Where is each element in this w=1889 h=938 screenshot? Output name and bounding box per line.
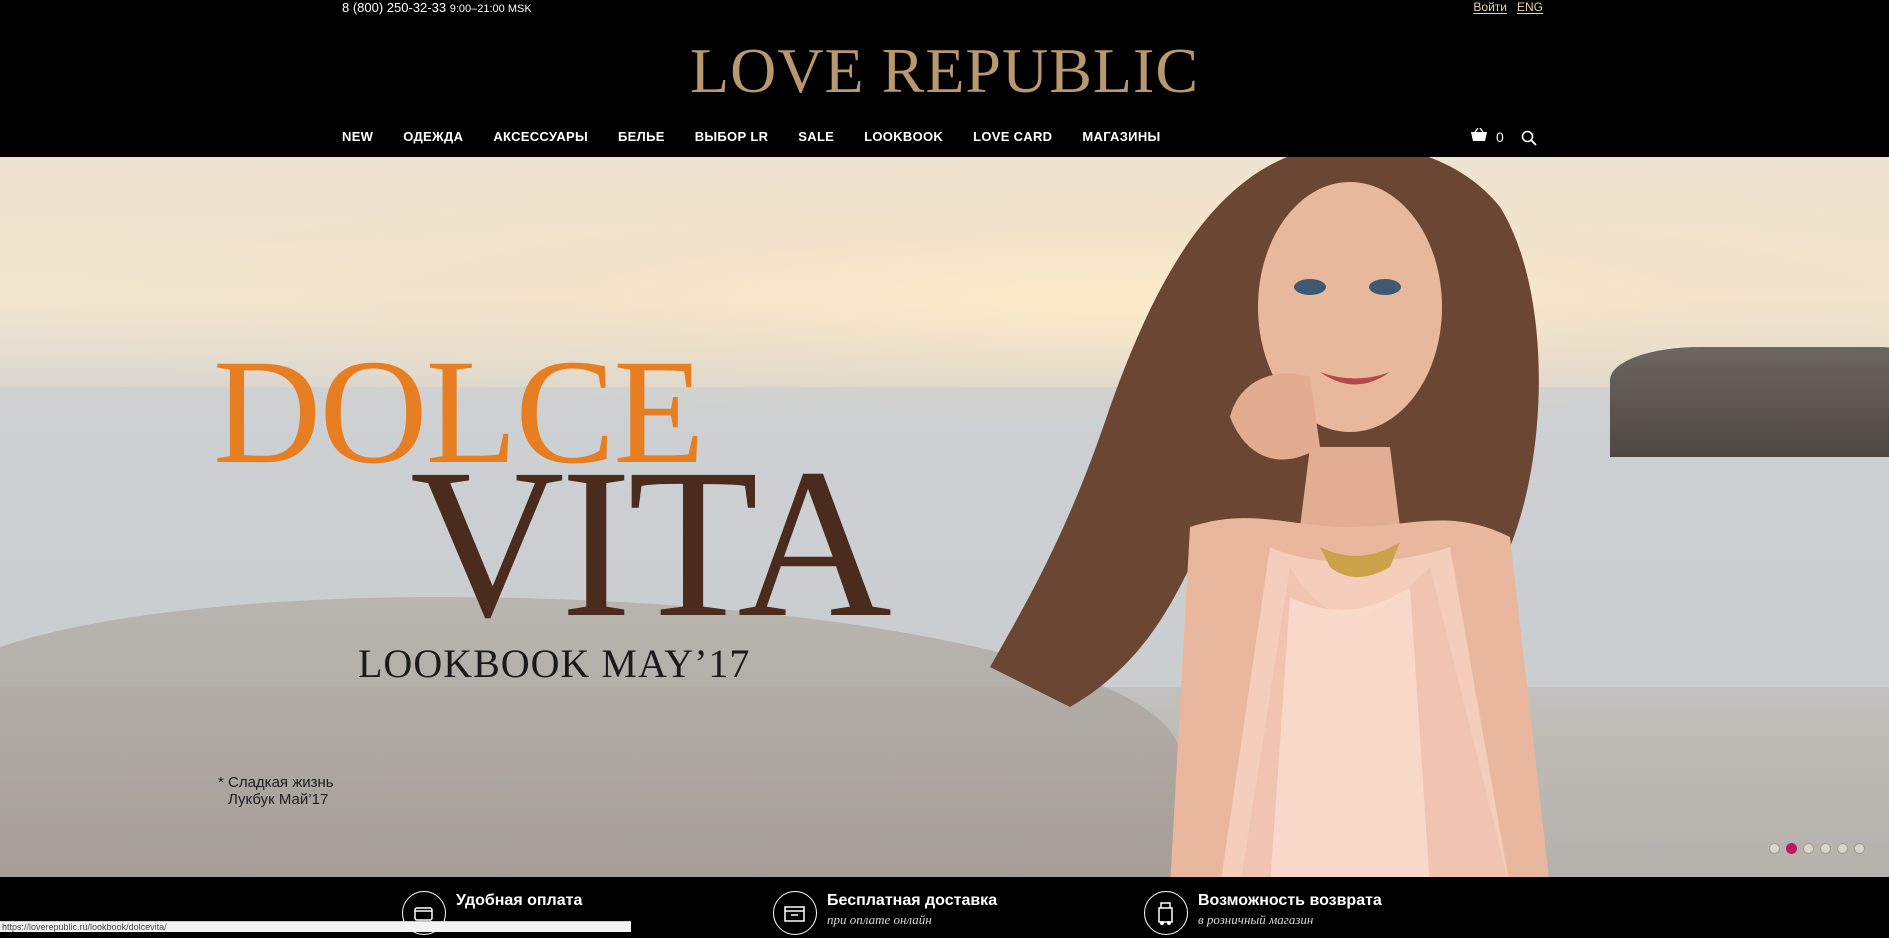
nav-item-accessories[interactable]: АКСЕССУАРЫ — [493, 129, 588, 144]
nav-item-clothing[interactable]: ОДЕЖДА — [403, 129, 463, 144]
main-nav: NEW ОДЕЖДА АКСЕССУАРЫ БЕЛЬЕ ВЫБОР LR SAL… — [342, 129, 1161, 144]
work-hours: 9:00–21:00 MSK — [449, 3, 532, 15]
login-link[interactable]: Войти — [1473, 0, 1507, 14]
hero-footnote-line1: * Сладкая жизнь — [218, 774, 334, 791]
feature-return-title: Возможность возврата — [1198, 892, 1382, 909]
slider-dot[interactable] — [1769, 843, 1780, 854]
hero-footnote-line2: Лукбук Май’17 — [228, 791, 329, 808]
cart-count: 0 — [1496, 128, 1504, 145]
hero-title-vita: VITA — [410, 425, 892, 662]
feature-delivery-sub: при оплате онлайн — [827, 912, 932, 927]
language-switch[interactable]: ENG — [1517, 0, 1543, 14]
nav-item-lr-choice[interactable]: ВЫБОР LR — [695, 129, 769, 144]
feature-delivery[interactable]: Бесплатная доставка при оплате онлайн — [773, 891, 997, 935]
nav-item-lookbook[interactable]: LOOKBOOK — [864, 129, 943, 144]
box-icon — [773, 891, 817, 935]
search-icon — [1521, 130, 1537, 150]
slider-dot[interactable] — [1803, 843, 1814, 854]
nav-item-love-card[interactable]: LOVE CARD — [973, 129, 1052, 144]
hero-model-image — [990, 157, 1549, 877]
hero-subtitle: LOOKBOOK MAY’17 — [358, 641, 751, 686]
search-button[interactable] — [1521, 130, 1537, 151]
hero-footnote: * Сладкая жизнь Лукбук Май’17 — [218, 774, 334, 808]
feature-return-sub: в розничный магазин — [1198, 912, 1314, 927]
feature-payment-title: Удобная оплата — [456, 892, 583, 909]
slider-dot[interactable] — [1837, 843, 1848, 854]
basket-icon — [1470, 127, 1488, 145]
feature-delivery-title: Бесплатная доставка — [827, 892, 998, 909]
nav-item-sale[interactable]: SALE — [798, 129, 834, 144]
feature-return[interactable]: Возможность возврата в розничный магазин — [1144, 891, 1382, 935]
nav-item-lingerie[interactable]: БЕЛЬЕ — [618, 129, 665, 144]
slider-dot[interactable] — [1854, 843, 1865, 854]
slider-dot-active[interactable] — [1786, 843, 1797, 854]
slider-pagination — [1769, 843, 1865, 854]
phone-contact[interactable]: 8 (800) 250-32-33 9:00–21:00 MSK — [342, 0, 532, 17]
slider-dot[interactable] — [1820, 843, 1831, 854]
site-header: 8 (800) 250-32-33 9:00–21:00 MSK Войти E… — [0, 0, 1889, 157]
cart-button[interactable]: 0 — [1470, 127, 1504, 145]
phone-number[interactable]: 8 (800) 250-32-33 — [342, 0, 446, 15]
nav-item-new[interactable]: NEW — [342, 129, 373, 144]
browser-status-bar: https://loverepublic.ru/lookbook/dolcevi… — [0, 921, 631, 932]
brand-logo[interactable]: LOVE REPUBLIC — [0, 34, 1889, 108]
hero-banner[interactable]: DOLCE VITA LOOKBOOK MAY’17 * Сладкая жиз… — [0, 157, 1889, 877]
return-icon — [1144, 891, 1188, 935]
auth-links: Войти ENG — [1473, 0, 1543, 14]
nav-item-stores[interactable]: МАГАЗИНЫ — [1082, 129, 1160, 144]
